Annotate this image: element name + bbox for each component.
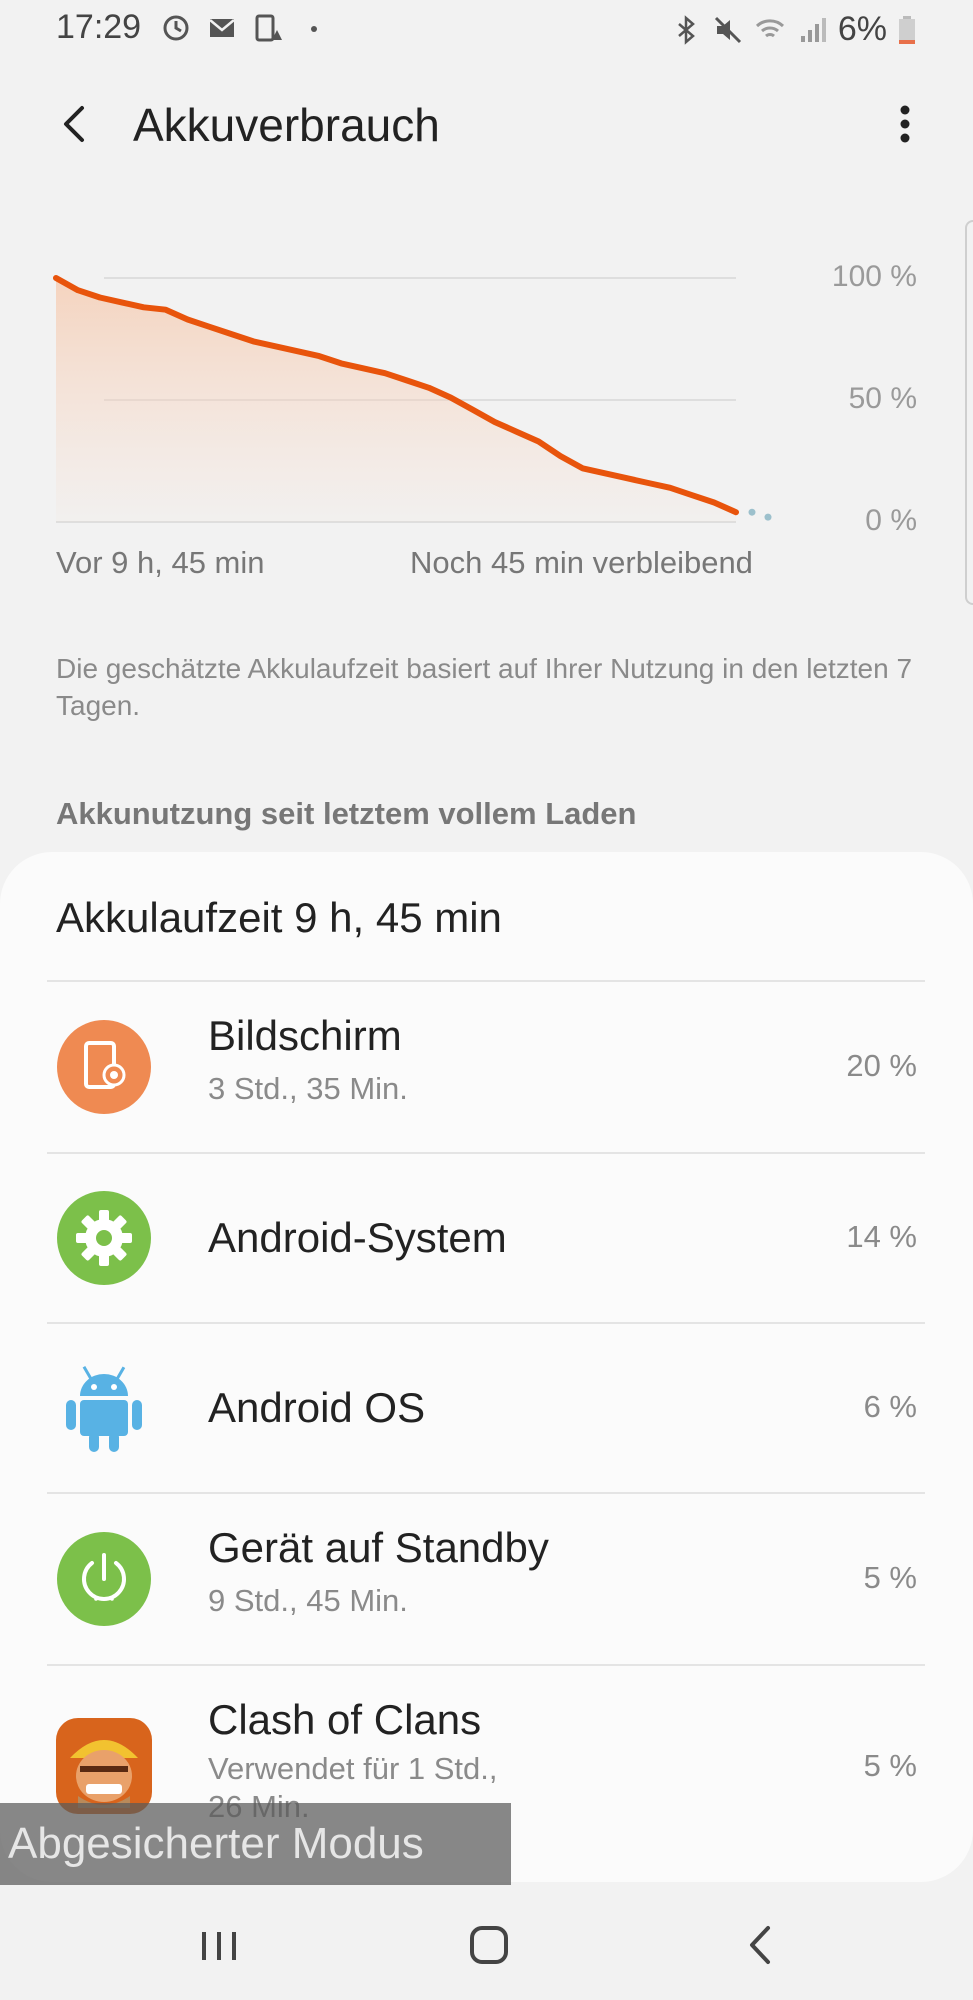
item-percent: 5 % <box>863 1748 917 1783</box>
y-tick-label: 50 % <box>848 382 917 415</box>
navigation-bar <box>0 1888 973 2000</box>
battery-chart: 100 % 50 % 0 % Vor 9 h, 45 min Noch 45 m… <box>0 215 973 595</box>
signal-icon <box>800 17 826 42</box>
page-title: Akkuverbrauch <box>133 99 440 151</box>
y-tick-label: 0 % <box>865 504 917 537</box>
clash-of-clans-app-icon <box>56 1718 152 1814</box>
status-bar: 17:29 6% <box>0 0 973 60</box>
item-title: Bildschirm <box>208 1012 402 1059</box>
item-percent: 5 % <box>863 1560 917 1595</box>
item-title: Android OS <box>208 1384 426 1431</box>
item-percent: 6 % <box>863 1389 917 1424</box>
back-icon[interactable] <box>726 1910 796 1980</box>
mail-icon <box>209 19 235 37</box>
usage-card: Akkulaufzeit 9 h, 45 min Bildschirm 3 St… <box>0 852 973 1882</box>
section-title: Akkunutzung seit letztem vollem Laden <box>56 796 637 831</box>
item-title: Clash of Clans <box>208 1696 482 1743</box>
dot-icon <box>311 26 317 32</box>
safe-mode-watermark: Abgesicherter Modus <box>0 1803 511 1885</box>
battery-runtime-title: Akkulaufzeit 9 h, 45 min <box>56 894 502 941</box>
recent-apps-icon[interactable] <box>184 1910 254 1980</box>
prediction-point <box>748 508 756 516</box>
list-item-bildschirm[interactable]: Bildschirm 3 Std., 35 Min. 20 % <box>0 982 973 1152</box>
device-warning-icon <box>255 14 282 42</box>
android-robot-icon <box>66 1365 142 1452</box>
item-subtitle: 9 Std., 45 Min. <box>208 1583 408 1618</box>
bluetooth-icon <box>678 14 695 45</box>
screen-brightness-icon <box>57 1020 151 1114</box>
app-bar: Akkuverbrauch <box>0 70 973 180</box>
mute-icon <box>714 16 741 43</box>
gear-icon <box>57 1191 151 1285</box>
item-percent: 20 % <box>846 1048 917 1083</box>
item-percent: 14 % <box>846 1219 917 1254</box>
battery-icon <box>899 15 915 44</box>
power-icon <box>57 1532 151 1626</box>
chevron-left-icon[interactable] <box>48 96 104 152</box>
list-item-standby[interactable]: Gerät auf Standby 9 Std., 45 Min. 5 % <box>0 1494 973 1664</box>
sync-icon <box>163 15 189 41</box>
more-vert-icon[interactable] <box>877 96 933 152</box>
prediction-point <box>764 513 772 521</box>
estimate-info: Die geschätzte Akkulaufzeit basiert auf … <box>56 653 913 721</box>
list-item-android-system[interactable]: Android-System 14 % <box>0 1154 973 1322</box>
item-subtitle: 3 Std., 35 Min. <box>208 1071 408 1106</box>
y-tick-label: 100 % <box>831 260 917 293</box>
item-title: Android-System <box>208 1214 507 1261</box>
battery-percent: 6% <box>837 10 887 48</box>
chart-prediction <box>748 508 772 521</box>
x-label-end: Noch 45 min verbleibend <box>410 545 753 580</box>
x-label-start: Vor 9 h, 45 min <box>56 545 265 580</box>
status-time: 17:29 <box>56 8 142 46</box>
home-icon[interactable] <box>454 1910 524 1980</box>
item-subtitle-line1: Verwendet für 1 Std., <box>208 1751 498 1786</box>
wifi-icon <box>755 18 784 37</box>
item-title: Gerät auf Standby <box>208 1524 549 1571</box>
list-item-android-os[interactable]: Android OS 6 % <box>0 1324 973 1492</box>
